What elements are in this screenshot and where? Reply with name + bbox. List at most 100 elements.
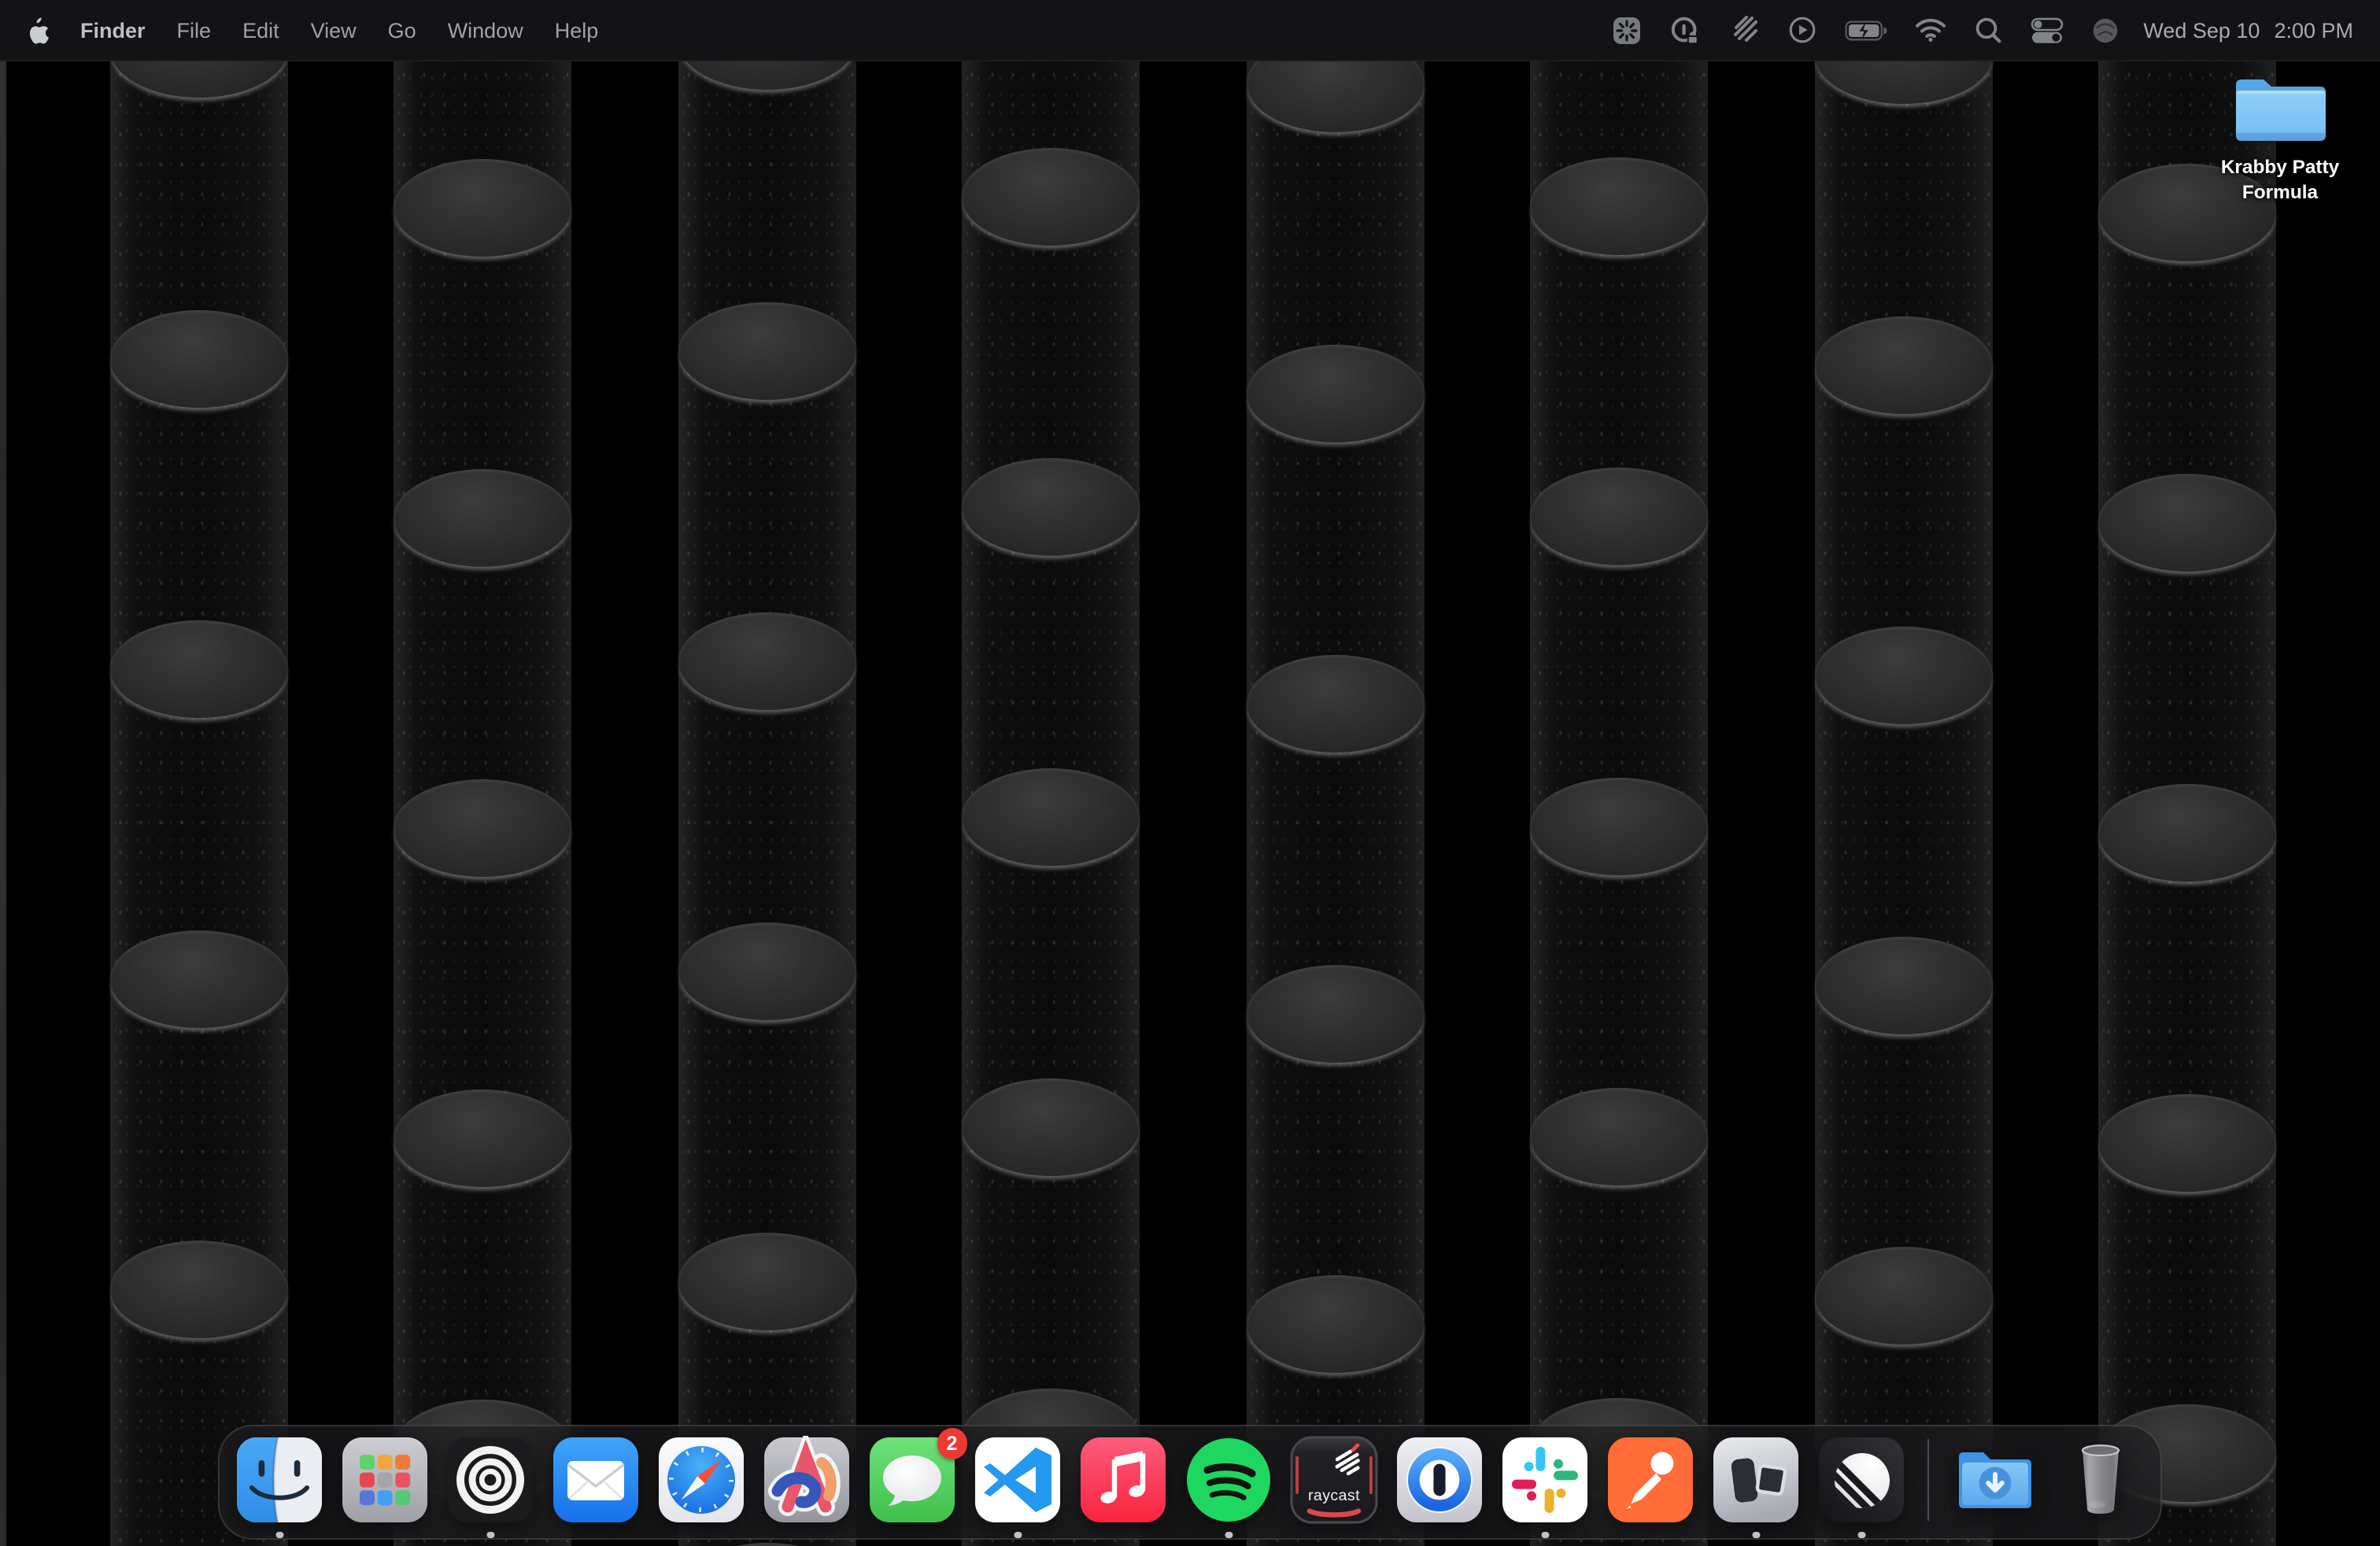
- wallpaper-cylinder-column: [1246, 0, 1424, 1546]
- cylinder-cap: [109, 620, 287, 718]
- one-password-menubar-icon[interactable]: [1668, 13, 1701, 46]
- cylinder-cap: [961, 148, 1139, 246]
- wallpaper-cylinder-column: [678, 0, 856, 1546]
- dock-item-apple-music[interactable]: [1079, 1436, 1167, 1524]
- battery-charging-icon[interactable]: [1844, 20, 1887, 40]
- dock-item-spotify[interactable]: [1184, 1436, 1273, 1524]
- menu-go[interactable]: Go: [372, 18, 432, 42]
- cylinder-cap: [961, 768, 1139, 866]
- apple-logo-icon: [25, 16, 49, 44]
- slack-icon: [1501, 1436, 1589, 1524]
- mail-icon: [552, 1436, 640, 1524]
- spotlight-search-icon[interactable]: [1973, 15, 2003, 45]
- cylinder-cap: [1814, 316, 1992, 414]
- dock-item-mail[interactable]: [552, 1436, 640, 1524]
- menu-finder[interactable]: Finder: [65, 18, 161, 42]
- apple-music-icon: [1079, 1436, 1167, 1524]
- cylinder-cap: [393, 1089, 571, 1187]
- dock-item-trash[interactable]: [2057, 1436, 2145, 1524]
- dock-item-launchpad[interactable]: [341, 1436, 429, 1524]
- spotify-icon: [1184, 1436, 1273, 1524]
- dock-item-safari[interactable]: [657, 1436, 745, 1524]
- wallpaper-cylinder-column: [961, 0, 1139, 1546]
- cylinder-cap: [109, 310, 287, 408]
- finder-icon: [235, 1436, 323, 1524]
- cylinder-cap: [2097, 1094, 2275, 1192]
- wifi-icon[interactable]: [1913, 17, 1946, 43]
- now-playing-icon[interactable]: [1786, 14, 1817, 46]
- wallpaper-cylinder-column: [1529, 0, 1707, 1546]
- dock-item-iphone-mirroring[interactable]: [1712, 1436, 1800, 1524]
- trash-icon: [2057, 1436, 2145, 1524]
- cylinder-cap: [1814, 1247, 1992, 1344]
- cylinder-cap: [393, 469, 571, 567]
- dock-item-finder[interactable]: [235, 1436, 323, 1524]
- cylinder-cap: [109, 930, 287, 1028]
- folder-icon: [2204, 71, 2356, 150]
- dock-item-concentric-circles-app[interactable]: [446, 1436, 534, 1524]
- menu-window[interactable]: Window: [432, 18, 539, 42]
- desktop-folder-krabby-patty[interactable]: Krabby Patty Formula: [2204, 71, 2356, 205]
- circular-swirl-menubar-icon[interactable]: [2090, 15, 2119, 45]
- cylinder-cap: [1529, 468, 1707, 565]
- dock-item-slack[interactable]: [1501, 1436, 1589, 1524]
- menu-bar: FinderFileEditViewGoWindowHelp Wed Sep 1…: [0, 0, 2380, 61]
- running-indicator: [1753, 1531, 1760, 1538]
- cylinder-cap: [1814, 937, 1992, 1034]
- wallpaper-cylinder-column: [393, 0, 571, 1546]
- cylinder-cap: [393, 159, 571, 257]
- control-center-icon[interactable]: [2030, 17, 2063, 43]
- iphone-mirroring-icon: [1712, 1436, 1800, 1524]
- postman-icon: [1606, 1436, 1694, 1524]
- concentric-circles-app-icon: [446, 1436, 534, 1524]
- cylinder-cap: [1246, 655, 1424, 753]
- clock-time: 2:00 PM: [2274, 18, 2353, 42]
- klack-menubar-icon[interactable]: [1728, 14, 1759, 46]
- cylinder-cap: [109, 1241, 287, 1338]
- running-indicator: [1542, 1531, 1549, 1538]
- menu-file[interactable]: File: [161, 18, 227, 42]
- dock-separator: [1927, 1439, 1929, 1521]
- cylinder-cap: [1246, 1275, 1424, 1373]
- wallpaper-edge-cylinder: [0, 0, 6, 1546]
- notification-badge: 2: [937, 1428, 967, 1459]
- dock-item-downloads-folder[interactable]: [1951, 1436, 2039, 1524]
- dock-item-raycast[interactable]: raycast: [1290, 1436, 1378, 1524]
- cylinder-cap: [1246, 345, 1424, 442]
- cylinder-cap: [961, 1078, 1139, 1176]
- running-indicator: [276, 1531, 283, 1538]
- dock-item-messages[interactable]: 2: [868, 1436, 956, 1524]
- menu-help[interactable]: Help: [539, 18, 615, 42]
- klack-icon: [1817, 1436, 1905, 1524]
- cylinder-cap: [1529, 157, 1707, 255]
- wallpaper-cylinder-column: [2097, 0, 2275, 1546]
- apple-menu[interactable]: [25, 16, 49, 44]
- cylinder-cap: [2097, 474, 2275, 571]
- one-password-icon: [1395, 1436, 1484, 1524]
- menu-bar-clock[interactable]: Wed Sep 10 2:00 PM: [2143, 18, 2353, 42]
- downloads-folder-icon: [1951, 1436, 2039, 1524]
- desktop-wallpaper: [0, 0, 2380, 1546]
- vscode-icon: [974, 1436, 1062, 1524]
- arc-browser-icon: [763, 1436, 851, 1524]
- running-indicator: [1225, 1531, 1232, 1538]
- dock-item-one-password[interactable]: [1395, 1436, 1484, 1524]
- menu-view[interactable]: View: [295, 18, 372, 42]
- menu-edit[interactable]: Edit: [227, 18, 295, 42]
- running-indicator: [1858, 1531, 1865, 1538]
- raycast-menubar-icon[interactable]: [1611, 15, 1641, 45]
- cylinder-cap: [678, 612, 856, 710]
- dock-item-postman[interactable]: [1606, 1436, 1694, 1524]
- cylinder-cap: [678, 1233, 856, 1330]
- cylinder-cap: [393, 779, 571, 877]
- cylinder-cap: [1529, 778, 1707, 875]
- dock-item-arc-browser[interactable]: [763, 1436, 851, 1524]
- cylinder-cap: [1814, 627, 1992, 724]
- safari-icon: [657, 1436, 745, 1524]
- launchpad-icon: [341, 1436, 429, 1524]
- cylinder-cap: [1246, 965, 1424, 1063]
- dock-item-klack[interactable]: [1817, 1436, 1905, 1524]
- cylinder-cap: [961, 458, 1139, 556]
- running-indicator: [487, 1531, 494, 1538]
- dock-item-vscode[interactable]: [974, 1436, 1062, 1524]
